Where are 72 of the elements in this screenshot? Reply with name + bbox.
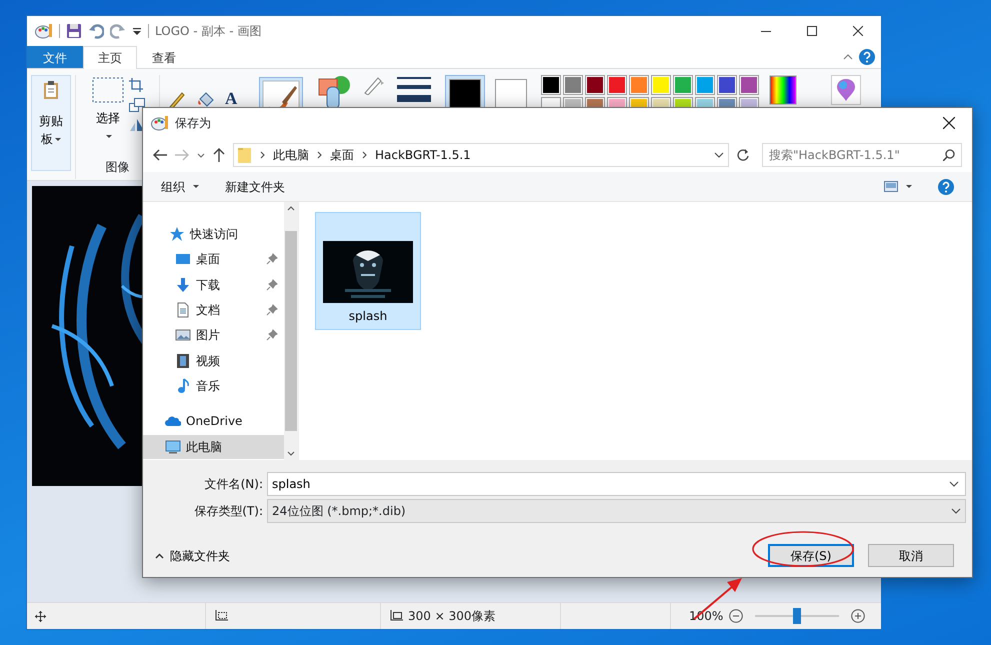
undo-icon[interactable] [88,23,104,39]
edit-colors-icon[interactable] [769,75,798,105]
chevron-icon [317,151,322,159]
file-type-select[interactable]: 24位位图 (*.bmp;*.dib) [267,499,966,523]
ribbon-tab[interactable]: 文件 [27,46,83,68]
breadcrumb[interactable]: 桌面 [330,146,354,164]
ribbon-tab[interactable]: 主页 [83,46,137,69]
back-icon[interactable] [153,149,167,161]
up-icon[interactable] [213,148,225,162]
palette-color[interactable] [541,75,562,95]
dialog-title: 保存为 [175,115,211,132]
view-menu-button[interactable] [884,181,912,192]
collapse-ribbon-icon[interactable] [843,54,853,60]
palette-color[interactable] [629,75,650,95]
close-icon [943,117,955,129]
refresh-icon[interactable] [737,149,749,161]
selection-size-icon [214,610,228,622]
crop-icon[interactable] [129,78,143,92]
close-icon [853,26,863,36]
resize-icon[interactable] [129,98,145,112]
paint-3d-icon[interactable] [831,75,862,105]
slider-thumb[interactable] [793,608,802,624]
rotate-icon[interactable] [129,118,145,132]
maximize-icon [807,26,817,36]
view-icon [884,181,898,192]
dropdown-icon [951,508,961,514]
search-icon [943,149,955,161]
field-label: 保存类型(T): [193,503,263,520]
text-tool-button[interactable]: A [222,87,240,110]
help-icon[interactable] [938,178,954,194]
file-item[interactable]: splash [315,212,421,330]
zoom-in-icon[interactable] [851,609,866,623]
breadcrumb[interactable]: 此电脑 [273,146,309,164]
canvas-size-icon [389,610,403,622]
group-label: 图像 [106,159,130,176]
dropdown-icon[interactable] [132,26,142,36]
zoom-out-icon[interactable] [729,609,744,623]
paint-palette-icon [151,115,169,131]
palette-color[interactable] [717,75,738,95]
palette-color[interactable] [651,75,672,95]
filename-field[interactable]: splash [267,472,966,496]
paint-palette-icon [35,23,53,39]
move-cursor-icon [35,610,46,622]
palette-color[interactable] [585,75,606,95]
outline-icon[interactable] [363,75,386,95]
save-button[interactable]: 保存(S) [768,544,854,567]
palette-color[interactable] [607,75,628,95]
address-bar[interactable]: 此电脑 桌面 HackBGRT-1.5.1 [233,143,729,167]
select-button[interactable]: 选择 [90,75,126,147]
selection-icon [92,77,124,103]
breadcrumb[interactable]: HackBGRT-1.5.1 [375,146,471,164]
dropdown-icon[interactable] [949,481,959,487]
search-field[interactable]: 搜索"HackBGRT-1.5.1" [762,143,962,167]
paste-button[interactable]: 剪贴板 [31,75,71,171]
dropdown-icon[interactable] [714,152,724,158]
palette-color[interactable] [563,75,584,95]
save-icon[interactable] [66,23,82,39]
palette-color[interactable] [695,75,716,95]
help-icon[interactable] [859,49,875,65]
chevron-icon [260,151,265,159]
palette-color[interactable] [739,75,760,95]
window-title: LOGO - 副本 - 画图 [155,23,262,40]
cancel-button[interactable]: 取消 [868,544,954,567]
clipboard-icon [43,80,59,100]
hide-folders-toggle[interactable]: 隐藏文件夹 [155,546,230,564]
recent-caret-icon[interactable] [197,152,205,158]
chevron-up-icon [155,552,164,558]
palette-color[interactable] [673,75,694,95]
ribbon-tab[interactable]: 查看 [137,46,191,68]
folder-icon [238,147,252,163]
chevron-icon [362,151,367,159]
image-size-label: 300 × 300像素 [408,608,496,625]
